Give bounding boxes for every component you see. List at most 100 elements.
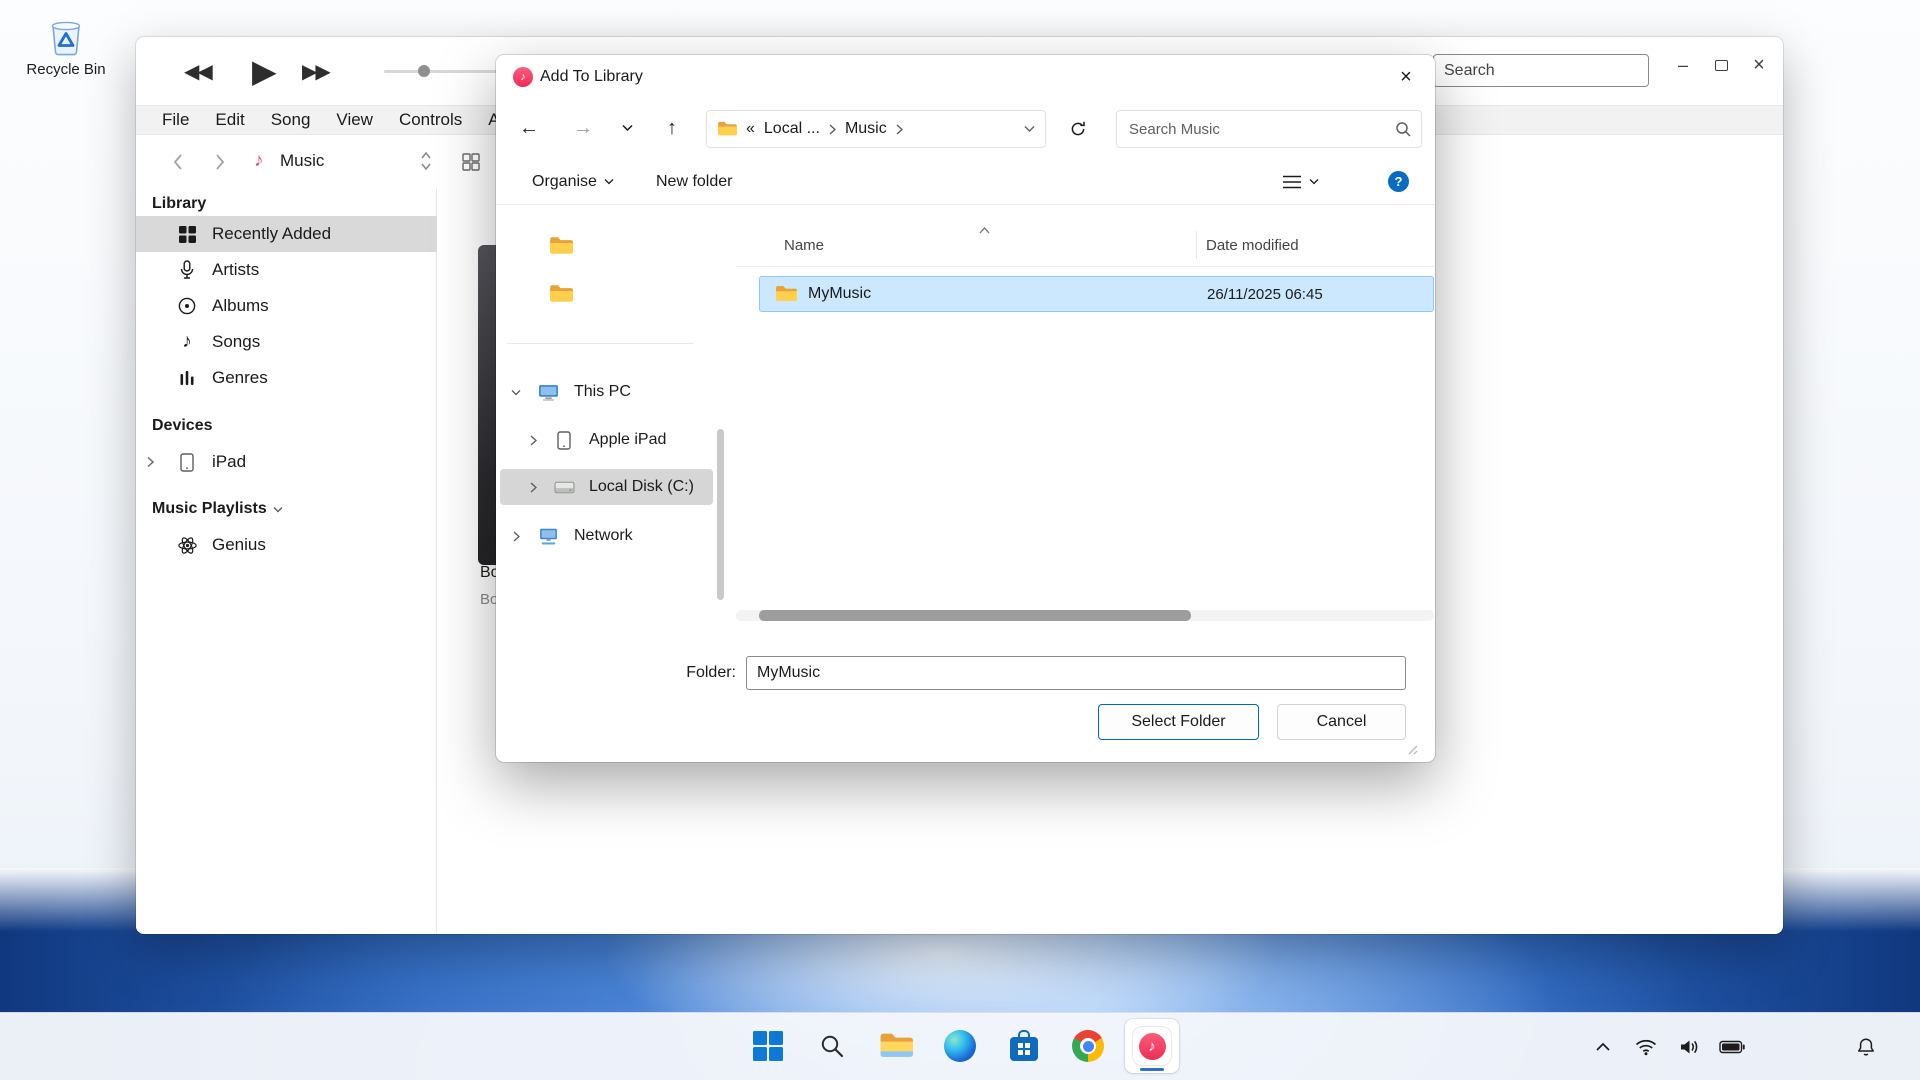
sidebar-item-artists[interactable]: Artists — [136, 252, 437, 288]
menu-song[interactable]: Song — [271, 110, 311, 130]
network-icon — [532, 527, 564, 546]
chevron-right-icon[interactable] — [896, 124, 903, 135]
new-folder-label: New folder — [656, 173, 732, 191]
address-bar[interactable]: « Local ... Music — [706, 110, 1046, 148]
sidebar-item-genius[interactable]: Genius — [136, 527, 437, 563]
breadcrumb-overflow[interactable]: « — [746, 120, 755, 138]
equalizer-icon — [175, 369, 199, 387]
selector-stepper-icon[interactable] — [420, 150, 432, 172]
folder-icon[interactable] — [549, 284, 573, 304]
system-tray — [1586, 1013, 1749, 1080]
dialog-title: Add To Library — [540, 55, 643, 99]
volume-icon[interactable] — [1672, 1027, 1706, 1067]
organise-button[interactable]: Organise — [532, 159, 614, 204]
file-name: MyMusic — [808, 285, 871, 303]
address-dropdown-chevron-icon[interactable] — [1024, 125, 1035, 133]
music-note-icon: ♪ — [175, 331, 199, 353]
playlists-header: Music Playlists — [152, 500, 283, 518]
breadcrumb-root[interactable]: Local ... — [764, 120, 820, 138]
file-explorer-button[interactable] — [869, 1019, 923, 1073]
recent-locations-chevron-icon[interactable] — [612, 109, 642, 147]
column-name[interactable]: Name — [784, 237, 824, 254]
breadcrumb-current[interactable]: Music — [845, 120, 887, 138]
chevron-right-icon[interactable] — [510, 531, 522, 542]
refresh-icon[interactable] — [1062, 113, 1094, 145]
select-folder-button[interactable]: Select Folder — [1098, 704, 1259, 740]
nav-forward-icon[interactable] — [214, 153, 226, 171]
sidebar-item-ipad[interactable]: iPad — [136, 444, 437, 480]
chevron-right-icon[interactable] — [527, 435, 539, 446]
nav-back-icon[interactable] — [172, 153, 184, 171]
sidebar-item-label: iPad — [212, 452, 246, 472]
minimize-button[interactable]: – — [1663, 47, 1703, 83]
music-search-input[interactable] — [1433, 54, 1649, 87]
wifi-icon[interactable] — [1629, 1027, 1663, 1067]
taskbar-search-button[interactable] — [805, 1019, 859, 1073]
menu-edit[interactable]: Edit — [215, 110, 244, 130]
maximize-button[interactable] — [1701, 47, 1741, 83]
column-divider[interactable] — [1196, 231, 1197, 259]
sidebar-item-recently-added[interactable]: Recently Added — [136, 216, 437, 252]
rewind-button[interactable]: ◀◀ — [184, 37, 211, 105]
folder-name-input[interactable] — [746, 656, 1406, 690]
tree-item-apple-ipad[interactable]: Apple iPad — [500, 422, 713, 458]
start-button[interactable] — [741, 1019, 795, 1073]
chevron-right-icon[interactable] — [146, 456, 155, 468]
menu-view[interactable]: View — [336, 110, 373, 130]
chevron-down-icon[interactable] — [273, 506, 283, 513]
show-hidden-icons-chevron-icon[interactable] — [1586, 1027, 1620, 1067]
resize-grip[interactable] — [1404, 741, 1418, 755]
sidebar-item-albums[interactable]: Albums — [136, 288, 437, 324]
recently-added-icon — [175, 225, 199, 244]
tree-scrollbar[interactable] — [717, 429, 724, 600]
tree-item-this-pc[interactable]: This PC — [500, 374, 713, 410]
folder-icon — [717, 121, 737, 137]
notifications-bell-icon[interactable] — [1856, 1013, 1876, 1080]
file-row-mymusic[interactable]: MyMusic 26/11/2025 06:45 — [759, 276, 1434, 312]
dialog-navigation-bar: ← → ↑ « Local ... Music — [496, 99, 1435, 159]
chevron-down-icon — [604, 178, 614, 185]
menu-file[interactable]: File — [162, 110, 189, 130]
edge-button[interactable] — [933, 1019, 987, 1073]
play-button[interactable]: ▶ — [252, 37, 275, 105]
dialog-search-input[interactable] — [1117, 111, 1385, 147]
chrome-button[interactable] — [1061, 1019, 1115, 1073]
chevron-down-icon — [1309, 178, 1319, 185]
help-button[interactable]: ? — [1388, 159, 1409, 204]
search-icon[interactable] — [1394, 120, 1412, 138]
music-app-button[interactable]: ♪ — [1125, 1019, 1179, 1073]
battery-icon[interactable] — [1715, 1027, 1749, 1067]
playlists-header-label: Music Playlists — [152, 500, 267, 518]
chevron-right-icon[interactable] — [829, 124, 836, 135]
view-grid-icon[interactable] — [462, 153, 480, 171]
cancel-button[interactable]: Cancel — [1277, 704, 1406, 740]
back-button[interactable]: ← — [511, 109, 547, 147]
dialog-close-button[interactable]: × — [1387, 61, 1425, 93]
recycle-bin-desktop-icon[interactable]: Recycle Bin — [18, 12, 114, 78]
close-button[interactable]: × — [1739, 47, 1779, 83]
folder-icon[interactable] — [549, 236, 573, 256]
file-explorer-icon — [879, 1032, 913, 1060]
forward-button[interactable]: → — [565, 109, 601, 147]
tree-item-network[interactable]: Network — [500, 518, 713, 554]
sort-ascending-icon[interactable] — [979, 227, 990, 234]
dialog-search-box — [1116, 110, 1422, 148]
new-folder-button[interactable]: New folder — [656, 159, 732, 204]
recycle-bin-icon — [18, 12, 114, 58]
horizontal-scrollbar-thumb[interactable] — [759, 610, 1191, 621]
windows-logo-icon — [753, 1031, 783, 1061]
menu-controls[interactable]: Controls — [399, 110, 462, 130]
microsoft-store-button[interactable] — [997, 1019, 1051, 1073]
fast-forward-button[interactable]: ▶▶ — [302, 37, 329, 105]
volume-knob[interactable] — [418, 65, 430, 77]
chevron-down-icon[interactable] — [510, 389, 522, 396]
sidebar-item-genres[interactable]: Genres — [136, 360, 437, 396]
sidebar-item-label: Albums — [212, 296, 269, 316]
up-button[interactable]: ↑ — [654, 109, 690, 147]
tree-item-local-disk-c[interactable]: Local Disk (C:) — [500, 469, 713, 505]
view-options-button[interactable] — [1282, 159, 1319, 204]
chevron-right-icon[interactable] — [527, 482, 539, 493]
sidebar-item-songs[interactable]: ♪ Songs — [136, 324, 437, 360]
library-selector[interactable]: Music — [280, 151, 324, 171]
column-date-modified[interactable]: Date modified — [1206, 237, 1299, 254]
